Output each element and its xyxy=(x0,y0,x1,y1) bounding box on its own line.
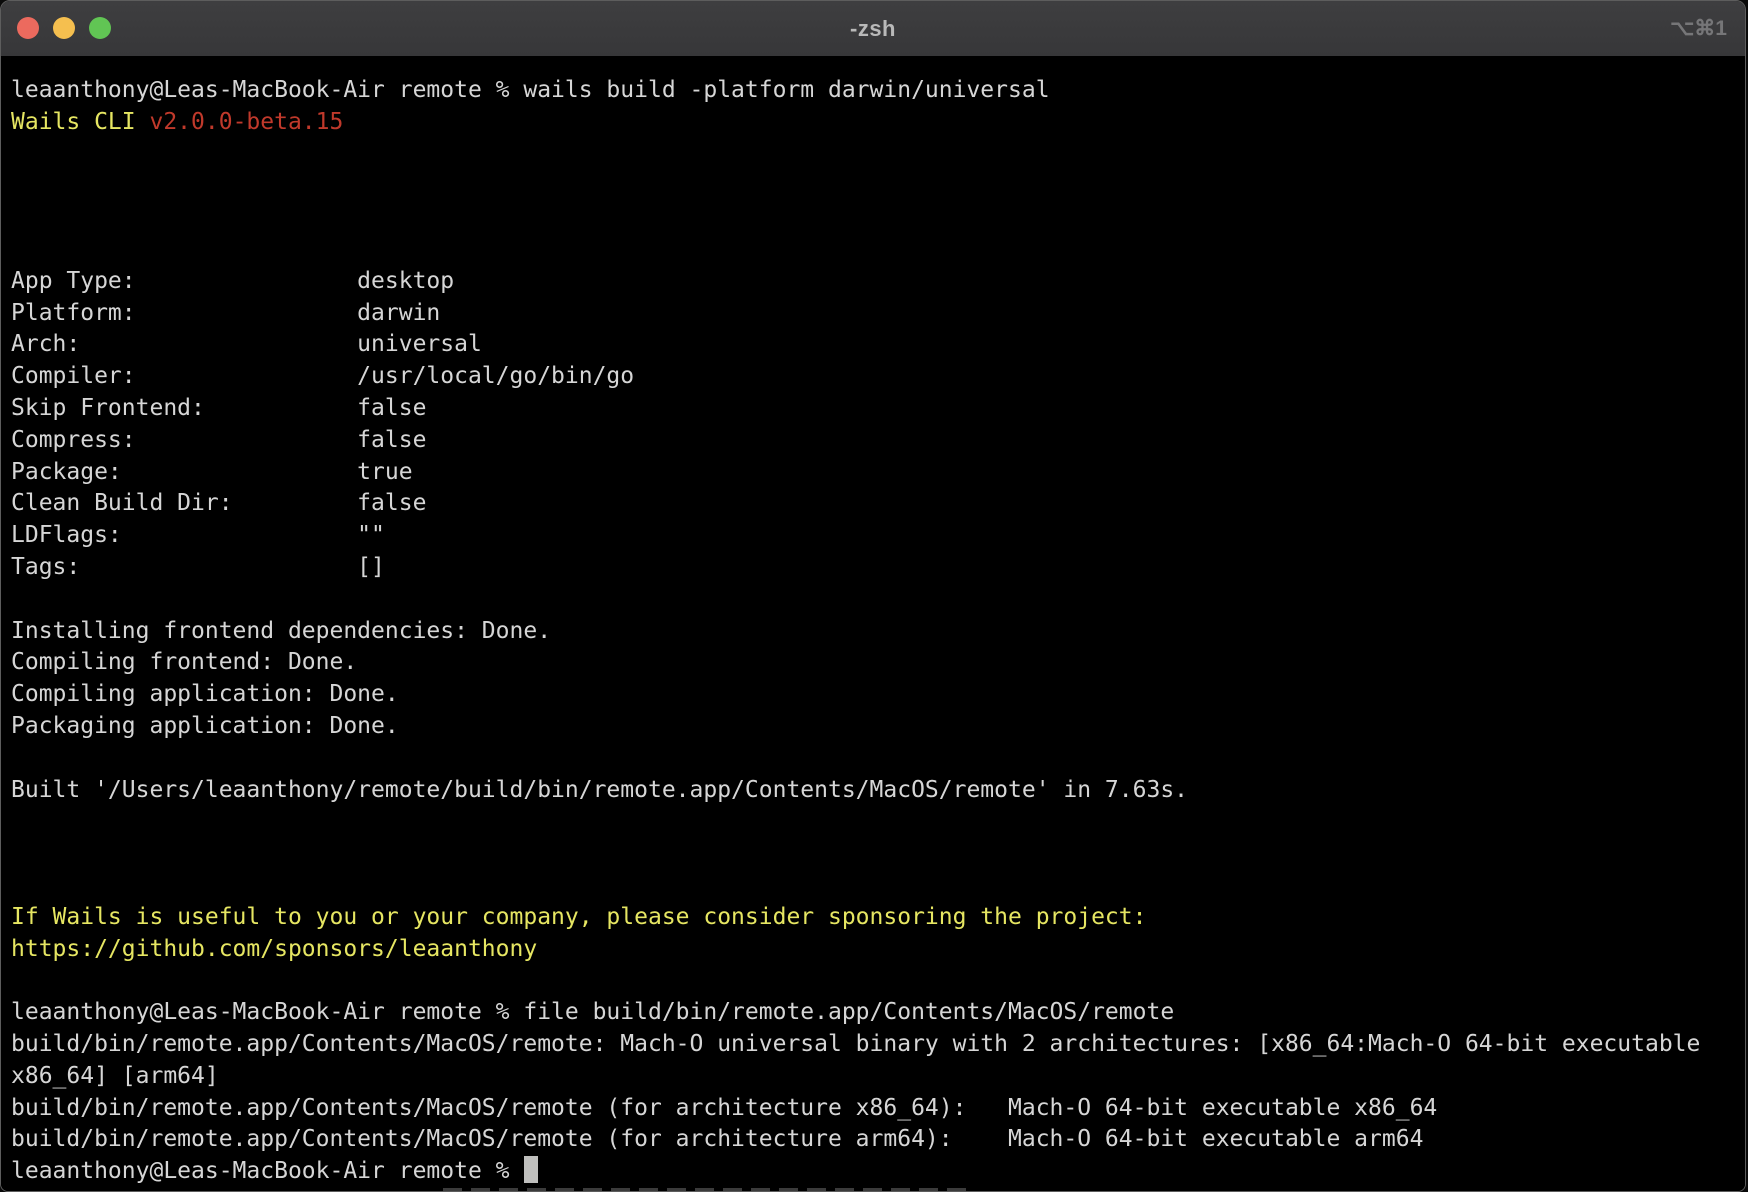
terminal-line: If Wails is useful to you or your compan… xyxy=(11,902,1745,934)
terminal-line: leaanthony@Leas-MacBook-Air remote % wai… xyxy=(11,75,1745,107)
terminal-line xyxy=(11,870,1745,902)
terminal-text-segment: Compiling frontend: Done. xyxy=(11,649,357,675)
terminal-line: LDFlags: "" xyxy=(11,520,1745,552)
terminal-text-segment: Compiling application: Done. xyxy=(11,681,399,707)
terminal-line xyxy=(11,170,1745,202)
terminal-line xyxy=(11,806,1745,838)
terminal-line: Arch: universal xyxy=(11,329,1745,361)
terminal-line xyxy=(11,139,1745,171)
terminal-line: Compiling frontend: Done. xyxy=(11,647,1745,679)
terminal-line: Compiling application: Done. xyxy=(11,679,1745,711)
terminal-text-segment: Platform: darwin xyxy=(11,300,440,326)
terminal-line: Skip Frontend: false xyxy=(11,393,1745,425)
terminal-line: https://github.com/sponsors/leaanthony xyxy=(11,934,1745,966)
terminal-text-segment: Installing frontend dependencies: Done. xyxy=(11,618,551,644)
terminal-line: build/bin/remote.app/Contents/MacOS/remo… xyxy=(11,1093,1745,1125)
terminal-line: Package: true xyxy=(11,457,1745,489)
terminal-text-segment: Skip Frontend: false xyxy=(11,395,426,421)
clipped-partial-line xyxy=(443,1188,967,1191)
terminal-line: Wails CLI v2.0.0-beta.15 xyxy=(11,107,1745,139)
terminal-text-segment: x86_64] [arm64] xyxy=(11,1063,219,1089)
terminal-line: Tags: [] xyxy=(11,552,1745,584)
terminal-text-segment: Packaging application: Done. xyxy=(11,713,399,739)
title-bar[interactable]: -zsh ⌥⌘1 xyxy=(1,1,1745,57)
terminal-text-segment: Clean Build Dir: false xyxy=(11,490,426,516)
terminal-line xyxy=(11,202,1745,234)
terminal-text-segment: App Type: desktop xyxy=(11,268,454,294)
terminal-output[interactable]: leaanthony@Leas-MacBook-Air remote % wai… xyxy=(1,57,1745,1191)
terminal-line xyxy=(11,234,1745,266)
terminal-line xyxy=(11,965,1745,997)
terminal-line: Packaging application: Done. xyxy=(11,711,1745,743)
tab-shortcut-badge: ⌥⌘1 xyxy=(1670,1,1727,56)
terminal-line: App Type: desktop xyxy=(11,266,1745,298)
terminal-text-segment: Wails CLI xyxy=(11,109,149,135)
terminal-text-segment: v2.0.0-beta.15 xyxy=(149,109,343,135)
terminal-text-segment: build/bin/remote.app/Contents/MacOS/remo… xyxy=(11,1031,1700,1057)
terminal-text-segment: LDFlags: "" xyxy=(11,522,385,548)
terminal-line: Installing frontend dependencies: Done. xyxy=(11,616,1745,648)
terminal-text-segment: Compress: false xyxy=(11,427,426,453)
terminal-text-segment: Package: true xyxy=(11,459,413,485)
terminal-text-segment: leaanthony@Leas-MacBook-Air remote % xyxy=(11,1158,523,1184)
terminal-text-segment: https://github.com/sponsors/leaanthony xyxy=(11,936,537,962)
terminal-line: Compiler: /usr/local/go/bin/go xyxy=(11,361,1745,393)
terminal-text-segment: leaanthony@Leas-MacBook-Air remote % fil… xyxy=(11,999,1174,1025)
terminal-text-segment: Compiler: /usr/local/go/bin/go xyxy=(11,363,634,389)
window-title: -zsh xyxy=(1,1,1745,56)
terminal-line xyxy=(11,584,1745,616)
terminal-line xyxy=(11,1188,1745,1191)
terminal-text-segment: If Wails is useful to you or your compan… xyxy=(11,904,1146,930)
terminal-line xyxy=(11,838,1745,870)
terminal-text-segment: Built '/Users/leaanthony/remote/build/bi… xyxy=(11,777,1188,803)
terminal-line: leaanthony@Leas-MacBook-Air remote % fil… xyxy=(11,997,1745,1029)
terminal-line: Clean Build Dir: false xyxy=(11,488,1745,520)
terminal-cursor xyxy=(524,1156,538,1183)
terminal-line xyxy=(11,743,1745,775)
terminal-line: build/bin/remote.app/Contents/MacOS/remo… xyxy=(11,1124,1745,1156)
terminal-text-segment: build/bin/remote.app/Contents/MacOS/remo… xyxy=(11,1095,1437,1121)
terminal-line: Built '/Users/leaanthony/remote/build/bi… xyxy=(11,775,1745,807)
terminal-window: -zsh ⌥⌘1 leaanthony@Leas-MacBook-Air rem… xyxy=(0,0,1746,1192)
terminal-line: x86_64] [arm64] xyxy=(11,1061,1745,1093)
terminal-line: build/bin/remote.app/Contents/MacOS/remo… xyxy=(11,1029,1745,1061)
terminal-text-segment: Tags: [] xyxy=(11,554,385,580)
terminal-line: leaanthony@Leas-MacBook-Air remote % xyxy=(11,1156,1745,1188)
terminal-text-segment: leaanthony@Leas-MacBook-Air remote % wai… xyxy=(11,77,1050,103)
terminal-line: Compress: false xyxy=(11,425,1745,457)
terminal-text-segment: build/bin/remote.app/Contents/MacOS/remo… xyxy=(11,1126,1423,1152)
terminal-text-segment: Arch: universal xyxy=(11,331,482,357)
terminal-line: Platform: darwin xyxy=(11,298,1745,330)
